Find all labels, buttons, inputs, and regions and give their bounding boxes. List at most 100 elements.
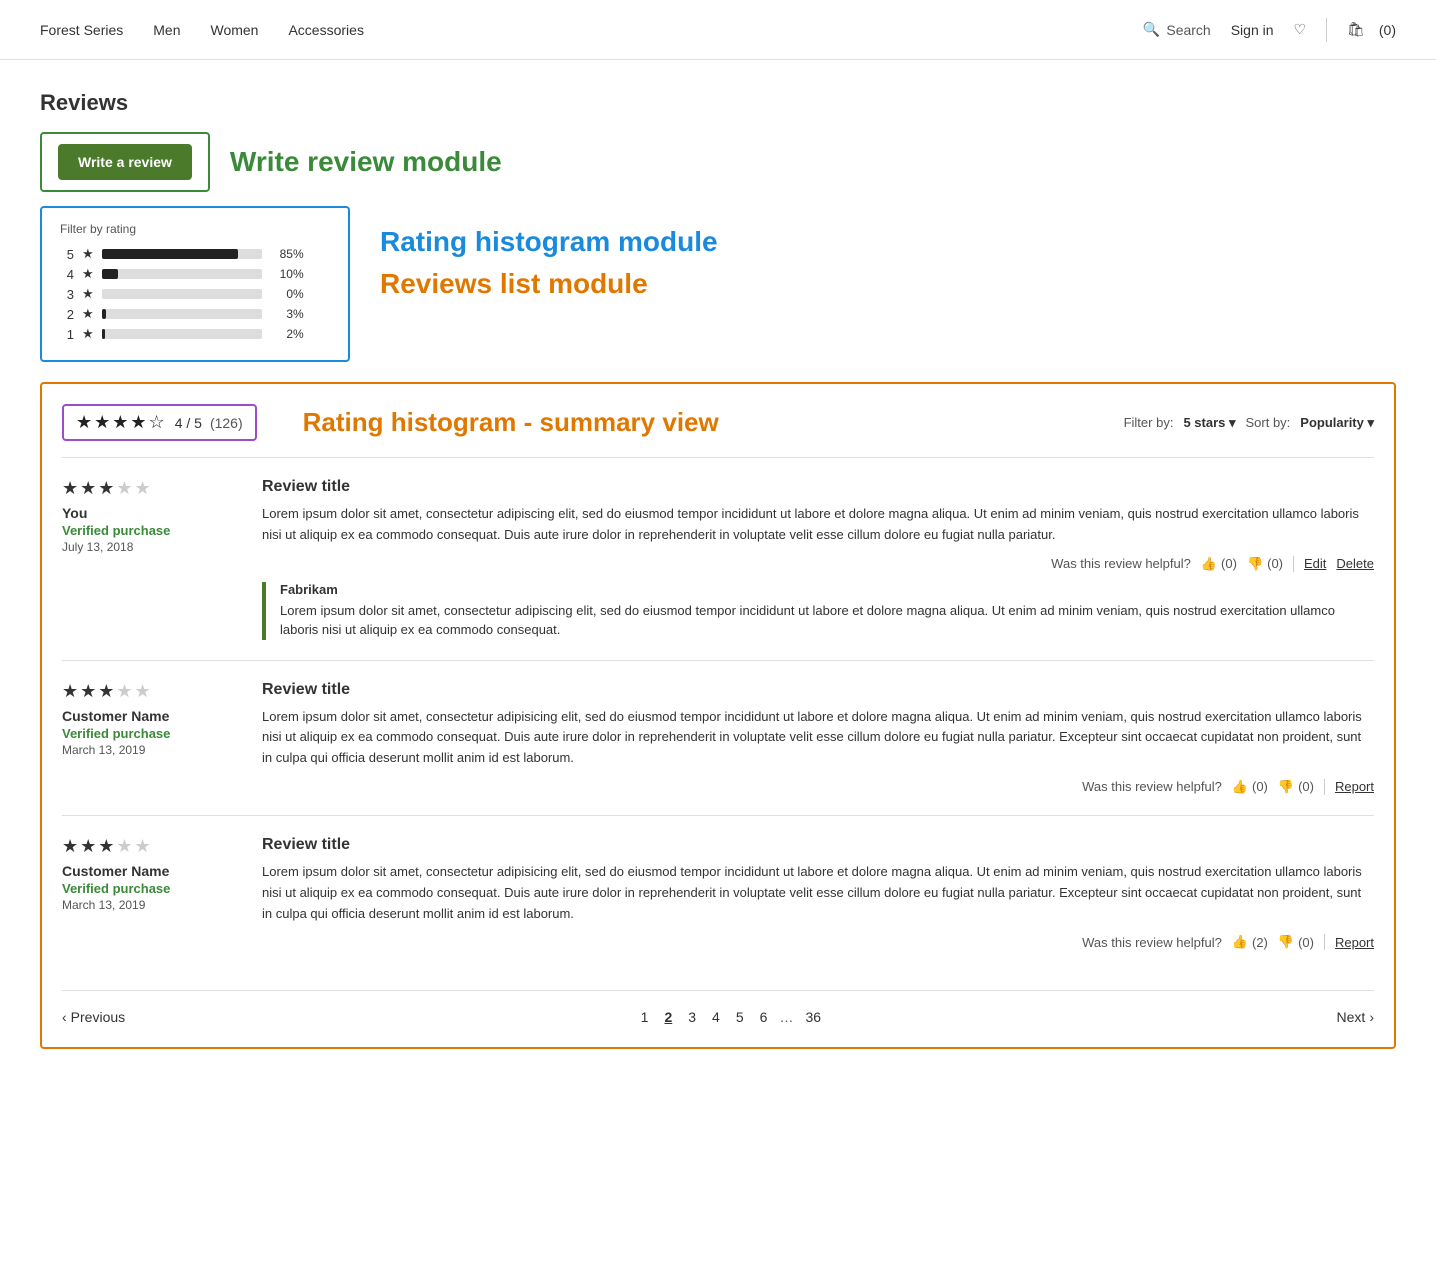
page-4[interactable]: 4	[708, 1007, 724, 1027]
report-link-3[interactable]: Report	[1335, 935, 1374, 950]
navigation: Forest Series Men Women Accessories 🔍 Se…	[0, 0, 1436, 60]
histogram-row-4[interactable]: 4 ★ 10%	[60, 266, 330, 282]
page-3[interactable]: 3	[684, 1007, 700, 1027]
histogram-row-3[interactable]: 3 ★ 0%	[60, 286, 330, 302]
star-icon-1: ★	[82, 326, 94, 342]
write-review-module-label: Write review module	[230, 146, 502, 178]
bar-fill-5	[102, 249, 238, 259]
star-num-3: 3	[60, 287, 74, 302]
star-num-2: 2	[60, 307, 74, 322]
nav-divider	[1326, 18, 1327, 42]
histogram-row-1[interactable]: 1 ★ 2%	[60, 326, 330, 342]
verified-3: Verified purchase	[62, 881, 242, 896]
histogram-module-label: Rating histogram module	[380, 226, 718, 258]
thumbs-down-count-3: (0)	[1298, 935, 1314, 950]
thumbs-up-icon-3: 👍	[1232, 934, 1248, 950]
bar-fill-2	[102, 309, 107, 319]
thumbs-up-btn-2[interactable]: 👍 (0)	[1232, 779, 1268, 795]
bar-bg-3	[102, 289, 262, 299]
vendor-reply-1: Fabrikam Lorem ipsum dolor sit amet, con…	[262, 582, 1374, 640]
delete-link-1[interactable]: Delete	[1336, 556, 1374, 571]
thumbs-up-count-1: (0)	[1221, 556, 1237, 571]
review-card-1: ★★★★★ You Verified purchase July 13, 201…	[62, 457, 1374, 660]
review-meta-1: ★★★★★ You Verified purchase July 13, 201…	[62, 478, 242, 640]
reviews-list-module: ★★★★☆ 4 / 5 (126) Rating histogram - sum…	[40, 382, 1396, 1049]
page-36[interactable]: 36	[801, 1007, 825, 1027]
next-chevron-icon: ›	[1369, 1009, 1374, 1025]
nav-men[interactable]: Men	[153, 22, 180, 38]
edit-link-1[interactable]: Edit	[1304, 556, 1326, 571]
thumbs-up-btn-1[interactable]: 👍 (0)	[1201, 556, 1237, 572]
thumbs-down-btn-1[interactable]: 👎 (0)	[1247, 556, 1283, 572]
thumbs-up-btn-3[interactable]: 👍 (2)	[1232, 934, 1268, 950]
summary-module-label: Rating histogram - summary view	[303, 407, 719, 438]
verified-1: Verified purchase	[62, 523, 242, 538]
review-actions-1: Was this review helpful? 👍 (0) 👎 (0) Edi…	[262, 556, 1374, 572]
review-title-2: Review title	[262, 681, 1374, 699]
nav-women[interactable]: Women	[210, 22, 258, 38]
report-link-2[interactable]: Report	[1335, 779, 1374, 794]
thumbs-up-icon-1: 👍	[1201, 556, 1217, 572]
cart-count: (0)	[1379, 22, 1396, 38]
page-2[interactable]: 2	[660, 1007, 676, 1027]
thumbs-down-btn-2[interactable]: 👎 (0)	[1278, 779, 1314, 795]
nav-forest-series[interactable]: Forest Series	[40, 22, 123, 38]
bar-bg-4	[102, 269, 262, 279]
summary-row: ★★★★☆ 4 / 5 (126) Rating histogram - sum…	[62, 404, 1374, 441]
review-layout-3: ★★★★★ Customer Name Verified purchase Ma…	[62, 836, 1374, 950]
signin-button[interactable]: Sign in	[1231, 22, 1274, 38]
filter-value[interactable]: 5 stars ▾	[1183, 415, 1235, 431]
summary-stars: ★★★★☆	[76, 412, 167, 433]
nav-accessories[interactable]: Accessories	[288, 22, 363, 38]
histogram-row-2[interactable]: 2 ★ 3%	[60, 306, 330, 322]
histogram-row-5[interactable]: 5 ★ 85%	[60, 246, 330, 262]
thumbs-down-icon-2: 👎	[1278, 779, 1294, 795]
prev-label: Previous	[71, 1009, 125, 1025]
page-ellipsis: …	[779, 1009, 793, 1025]
sort-value[interactable]: Popularity ▾	[1300, 415, 1374, 431]
page-1[interactable]: 1	[637, 1007, 653, 1027]
review-stars-2: ★★★★★	[62, 681, 242, 702]
thumbs-up-icon-2: 👍	[1232, 779, 1248, 795]
pct-5: 85%	[270, 247, 304, 261]
helpful-text-1: Was this review helpful?	[1051, 556, 1191, 571]
review-body-3: Lorem ipsum dolor sit amet, consectetur …	[262, 862, 1374, 924]
next-button[interactable]: Next ›	[1337, 1009, 1374, 1025]
page-5[interactable]: 5	[732, 1007, 748, 1027]
bar-fill-1	[102, 329, 105, 339]
next-label: Next	[1337, 1009, 1366, 1025]
filter-by-label: Filter by:	[1124, 415, 1174, 430]
review-content-2: Review title Lorem ipsum dolor sit amet,…	[262, 681, 1374, 795]
thumbs-down-count-1: (0)	[1267, 556, 1283, 571]
star-icon-5: ★	[82, 246, 94, 262]
divider-3	[1324, 934, 1325, 950]
review-stars-1: ★★★★★	[62, 478, 242, 499]
wishlist-icon[interactable]: ♡	[1294, 21, 1307, 38]
prev-button[interactable]: ‹ Previous	[62, 1009, 125, 1025]
review-date-3: March 13, 2019	[62, 898, 242, 912]
page-numbers: 1 2 3 4 5 6 … 36	[637, 1007, 825, 1027]
page-title: Reviews	[40, 90, 1396, 116]
sort-by-label: Sort by:	[1246, 415, 1291, 430]
review-meta-3: ★★★★★ Customer Name Verified purchase Ma…	[62, 836, 242, 950]
review-card-3: ★★★★★ Customer Name Verified purchase Ma…	[62, 815, 1374, 970]
review-content-3: Review title Lorem ipsum dolor sit amet,…	[262, 836, 1374, 950]
histogram-filter-label: Filter by rating	[60, 222, 330, 236]
search-button[interactable]: 🔍 Search	[1143, 21, 1211, 38]
thumbs-down-btn-3[interactable]: 👎 (0)	[1278, 934, 1314, 950]
prev-chevron-icon: ‹	[62, 1009, 67, 1025]
pct-3: 0%	[270, 287, 304, 301]
reviewer-name-3: Customer Name	[62, 863, 242, 879]
cart-area[interactable]: 🛍 (0)	[1347, 21, 1396, 38]
divider-2	[1324, 779, 1325, 795]
write-review-button[interactable]: Write a review	[58, 144, 192, 180]
helpful-text-3: Was this review helpful?	[1082, 935, 1222, 950]
thumbs-down-count-2: (0)	[1298, 779, 1314, 794]
page-6[interactable]: 6	[756, 1007, 772, 1027]
write-review-module-box: Write a review	[40, 132, 210, 192]
write-review-row: Write a review Write review module	[40, 132, 1396, 192]
search-label: Search	[1166, 22, 1210, 38]
helpful-text-2: Was this review helpful?	[1082, 779, 1222, 794]
nav-links: Forest Series Men Women Accessories	[40, 22, 364, 38]
summary-rating: 4 / 5	[175, 415, 202, 431]
